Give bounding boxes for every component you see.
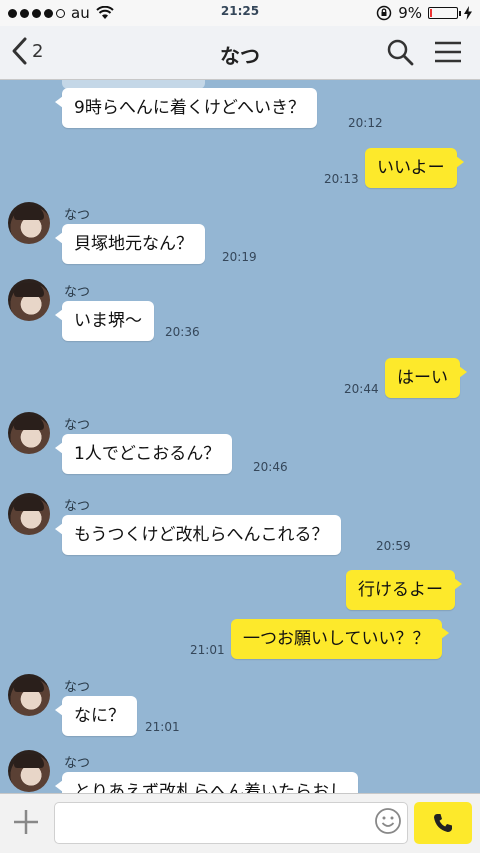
message-time: 20:46	[253, 460, 288, 474]
header-actions	[386, 38, 462, 66]
message-time: 20:36	[165, 325, 200, 339]
search-icon[interactable]	[386, 38, 414, 66]
emoji-icon[interactable]	[374, 807, 402, 835]
incoming-message-bubble[interactable]: とりあえず改札らへん着いたらおし	[55, 772, 358, 793]
incoming-message-bubble[interactable]: もうつくけど改札らへんこれる？	[55, 515, 341, 555]
contact-avatar[interactable]	[8, 412, 50, 454]
message-time: 21:01	[145, 720, 180, 734]
outgoing-message-bubble[interactable]: 行けるよー	[346, 570, 462, 610]
message-time: 20:44	[344, 382, 379, 396]
phone-icon	[434, 814, 452, 832]
message-composer	[0, 793, 480, 853]
status-right: 9%	[376, 4, 472, 22]
call-button[interactable]	[414, 802, 472, 844]
sender-name: なつ	[64, 756, 91, 771]
contact-avatar[interactable]	[8, 674, 50, 716]
outgoing-message-bubble[interactable]: はーい	[385, 358, 467, 398]
plus-icon[interactable]	[10, 806, 42, 838]
outgoing-message-bubble[interactable]: いいよー	[365, 148, 464, 188]
message-time: 20:13	[324, 172, 359, 186]
contact-avatar[interactable]	[8, 202, 50, 244]
incoming-message-bubble[interactable]: なに？	[55, 696, 137, 736]
message-list[interactable]: まだ難波らへん 9時らへんに着くけどへいき？ 20:12 20:13 いいよー …	[0, 80, 480, 793]
sender-name: なつ	[64, 418, 91, 433]
sender-name: なつ	[64, 680, 91, 695]
message-time: 20:12	[348, 116, 383, 130]
incoming-message-bubble[interactable]: いま堺〜	[55, 301, 154, 341]
rotation-lock-icon	[376, 5, 392, 21]
message-time: 21:01	[190, 643, 225, 657]
incoming-message-bubble[interactable]: 貝塚地元なん？	[55, 224, 205, 264]
message-input[interactable]	[54, 802, 408, 844]
contact-avatar[interactable]	[8, 750, 50, 792]
status-bar: au 21:25 9%	[0, 0, 480, 26]
sender-name: なつ	[64, 285, 91, 300]
outgoing-message-bubble[interactable]: 一つお願いしていい？？	[231, 619, 448, 659]
contact-avatar[interactable]	[8, 279, 50, 321]
incoming-message-bubble[interactable]: 9時らへんに着くけどへいき？	[55, 88, 317, 128]
message-time: 20:19	[222, 250, 257, 264]
battery-percent: 9%	[398, 4, 422, 22]
charging-bolt-icon	[464, 6, 472, 20]
menu-icon[interactable]	[434, 38, 462, 66]
battery-icon	[428, 7, 461, 19]
message-time: 20:59	[376, 539, 411, 553]
chat-header: 2 なつ	[0, 26, 480, 80]
sender-name: なつ	[64, 499, 91, 514]
sender-name: なつ	[64, 208, 91, 223]
contact-avatar[interactable]	[8, 493, 50, 535]
incoming-message-bubble[interactable]: 1人でどこおるん？	[54, 434, 233, 474]
